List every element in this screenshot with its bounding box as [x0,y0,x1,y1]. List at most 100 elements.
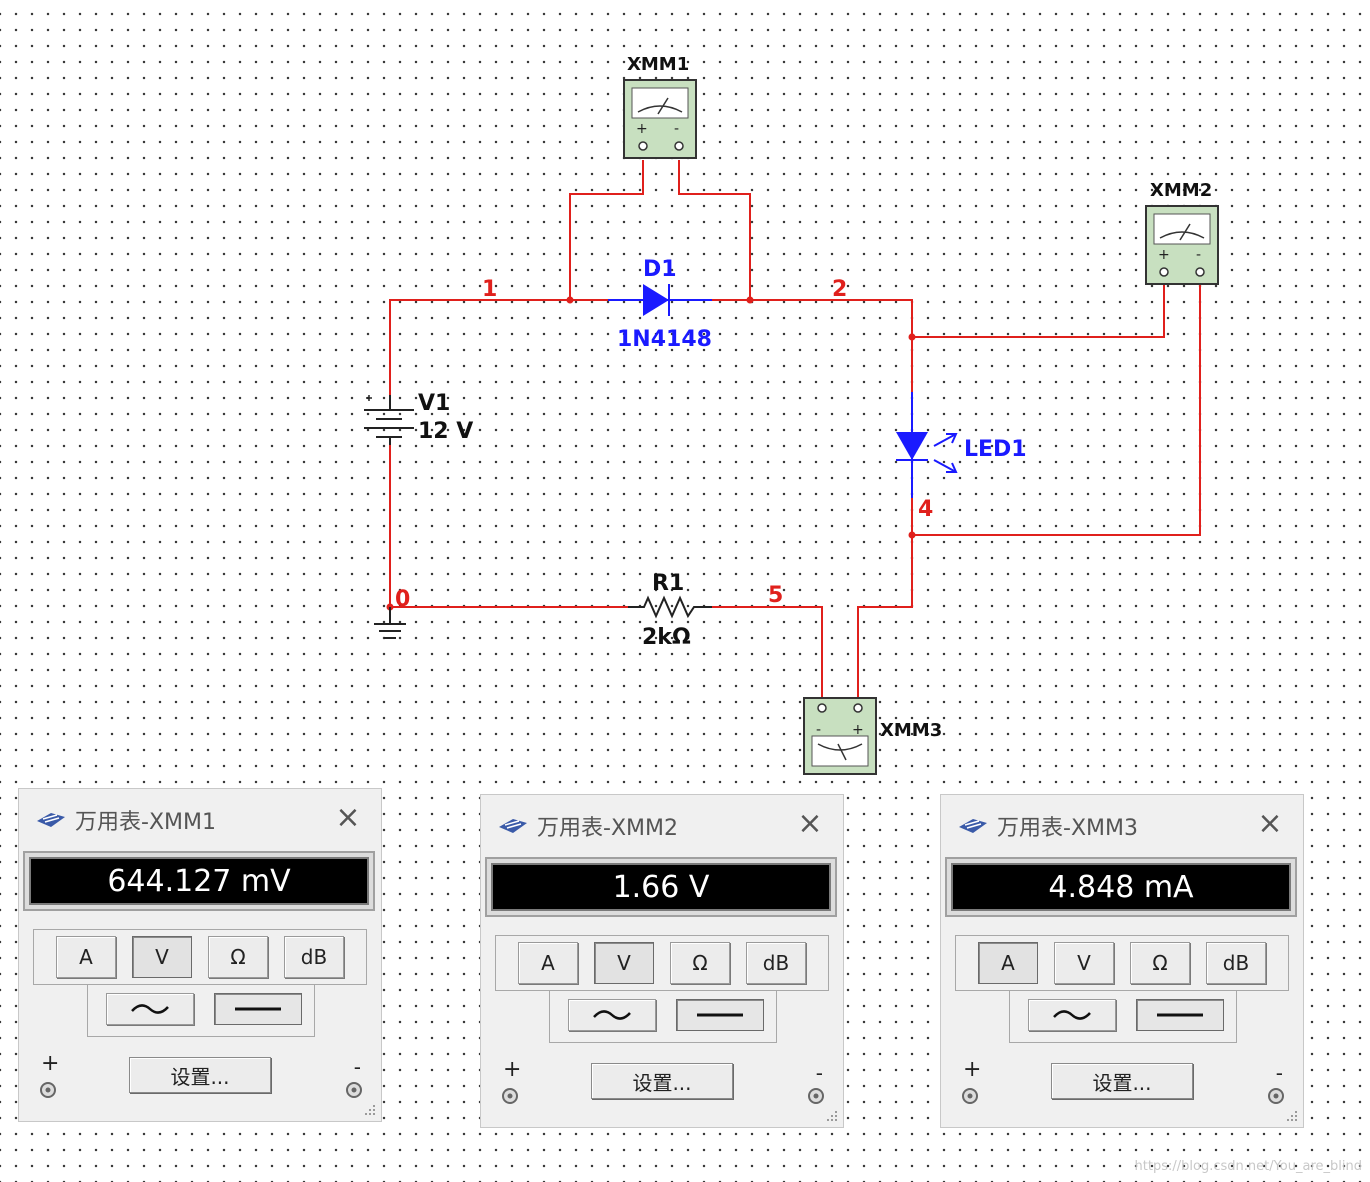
settings-button[interactable]: 设置... [591,1063,733,1099]
panel-title: 万用表-XMM2 [537,816,678,841]
wire-xmm2-neg[interactable] [912,280,1201,536]
ac-mode-button[interactable] [1028,999,1116,1031]
mode-button-decibel[interactable]: dB [746,942,806,984]
negative-terminal-label: - [1275,1061,1283,1085]
negative-terminal-label: - [815,1061,823,1085]
ac-wave-icon [593,1010,631,1020]
multimeter-xmm1-symbol[interactable]: + - [623,79,697,159]
net-label-5: 5 [768,583,783,608]
source-value-label: 12 V [418,419,473,444]
wire-net0[interactable] [389,445,628,608]
circuit-schematic: 1 2 4 5 0 D1 1N4148 V1 12 V LED1 R1 2kΩ … [364,54,1219,775]
svg-text:+: + [1158,247,1170,263]
led-led1[interactable] [896,392,958,498]
mode-button-ammeter[interactable]: A [518,942,578,984]
diode-model-label: 1N4148 [617,327,712,352]
mode-button-decibel[interactable]: dB [284,936,344,978]
mode-button-ohmmeter[interactable]: Ω [1130,942,1190,984]
negative-terminal-label: - [353,1055,361,1079]
watermark: https://blog.csdn.net/You_are_blind [1134,1159,1362,1174]
wire-net5[interactable] [712,606,823,700]
wire-net2[interactable] [712,299,913,392]
multimeter-panel-xmm1: 万用表-XMM1 × 644.127 mV A V Ω dB 设置... + - [18,788,382,1122]
close-icon[interactable]: × [1255,809,1285,839]
wire-xmm1-neg[interactable] [678,160,751,300]
panel-title: 万用表-XMM3 [997,816,1138,841]
diode-d1[interactable] [608,284,712,316]
junction-dot [566,296,574,304]
wires [386,160,1201,700]
close-icon[interactable]: × [333,803,363,833]
settings-button[interactable]: 设置... [129,1057,271,1093]
reading-display: 1.66 V [485,857,837,917]
ac-mode-button[interactable] [568,999,656,1031]
wire-xmm2-pos[interactable] [912,280,1165,338]
signal-button-group [1009,991,1237,1043]
resistor-ref-label: R1 [652,571,684,596]
multimeter-xmm2-symbol[interactable]: + - [1145,205,1219,285]
panel-title-bar[interactable]: 万用表-XMM2 [497,811,678,841]
reading-value: 1.66 V [491,863,831,911]
svg-text:+: + [636,121,648,137]
positive-terminal-label: + [503,1057,522,1082]
net-label-4: 4 [918,497,933,522]
mode-button-ammeter[interactable]: A [978,942,1038,984]
close-icon[interactable]: × [795,809,825,839]
resistor-r1[interactable] [628,595,712,619]
mode-button-voltmeter[interactable]: V [1054,942,1114,984]
net-label-1: 1 [482,277,497,302]
positive-terminal-icon[interactable] [961,1087,979,1105]
multimeter-app-icon [499,819,527,833]
resize-grip-icon[interactable] [823,1107,839,1123]
multimeter-app-icon [37,813,65,827]
mode-button-ohmmeter[interactable]: Ω [208,936,268,978]
positive-terminal-icon[interactable] [501,1087,519,1105]
mode-button-voltmeter[interactable]: V [132,936,192,978]
dc-mode-button[interactable] [676,999,764,1031]
junction-dot [908,531,916,539]
wire-xmm1-pos[interactable] [569,160,644,300]
junction-dot [908,333,916,341]
wire-net4[interactable] [857,498,913,700]
mode-button-ammeter[interactable]: A [56,936,116,978]
panel-title-bar[interactable]: 万用表-XMM3 [957,811,1138,841]
positive-terminal-icon[interactable] [39,1081,57,1099]
dc-line-icon [235,1007,281,1011]
reading-display: 4.848 mA [945,857,1297,917]
dc-mode-button[interactable] [1136,999,1224,1031]
net-label-2: 2 [832,277,847,302]
settings-button[interactable]: 设置... [1051,1063,1193,1099]
panel-title: 万用表-XMM1 [75,810,216,835]
dc-line-icon [697,1013,743,1017]
led-ref-label: LED1 [964,437,1027,462]
ac-wave-icon [1053,1010,1091,1020]
reading-display: 644.127 mV [23,851,375,911]
wire-net1[interactable] [389,299,608,395]
xmm2-label: XMM2 [1150,180,1212,201]
signal-button-group [549,991,777,1043]
resize-grip-icon[interactable] [361,1101,377,1117]
dc-line-icon [1157,1013,1203,1017]
reading-value: 644.127 mV [29,857,369,905]
signal-button-group [87,985,315,1037]
diode-ref-label: D1 [643,257,677,282]
resize-grip-icon[interactable] [1283,1107,1299,1123]
dc-mode-button[interactable] [214,993,302,1025]
resistor-value-label: 2kΩ [642,625,691,650]
svg-text:+: + [852,722,864,738]
ac-mode-button[interactable] [106,993,194,1025]
negative-terminal-icon[interactable] [345,1081,363,1099]
positive-terminal-label: + [963,1057,982,1082]
negative-terminal-icon[interactable] [807,1087,825,1105]
ac-wave-icon [131,1004,169,1014]
mode-button-group: A V Ω dB [955,935,1289,991]
reading-value: 4.848 mA [951,863,1291,911]
mode-button-voltmeter[interactable]: V [594,942,654,984]
mode-button-decibel[interactable]: dB [1206,942,1266,984]
net-label-0: 0 [395,587,410,612]
multimeter-xmm3-symbol[interactable]: - + [803,697,877,775]
battery-v1[interactable] [364,395,414,445]
negative-terminal-icon[interactable] [1267,1087,1285,1105]
mode-button-ohmmeter[interactable]: Ω [670,942,730,984]
panel-title-bar[interactable]: 万用表-XMM1 [35,805,216,835]
